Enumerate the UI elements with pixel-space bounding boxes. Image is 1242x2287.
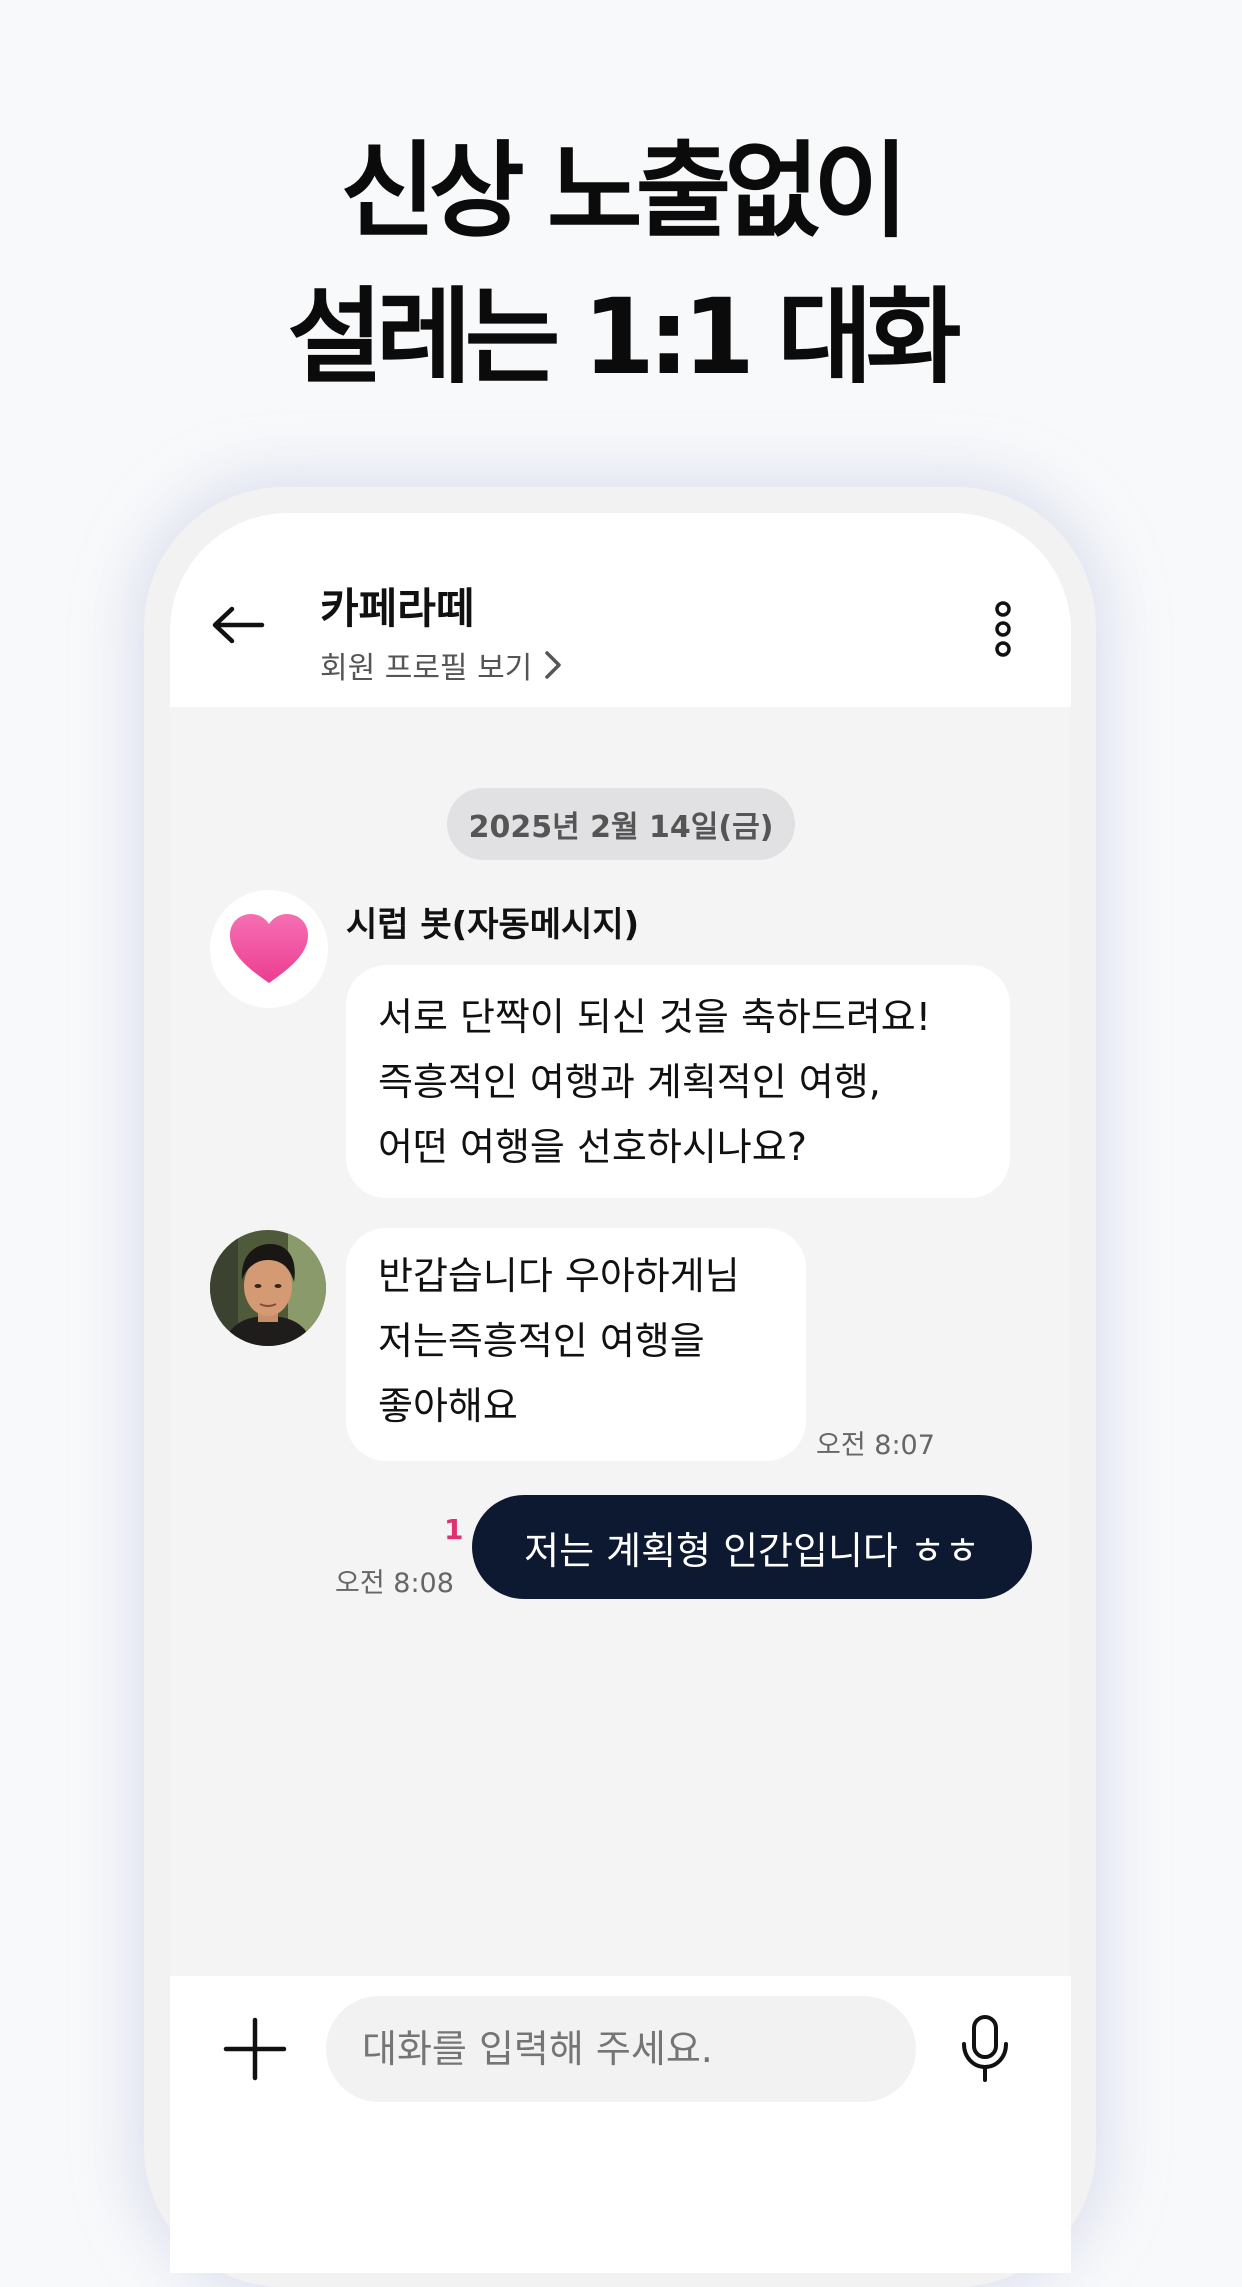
chat-header: 카페라떼 회원 프로필 보기 [170,513,1071,707]
message-line: 반갑습니다 우아하게님 [378,1254,740,1298]
message-line: 어떤 여행을 선호하시나요? [378,1125,807,1169]
more-vertical-icon[interactable] [990,601,1016,657]
chat-screen: 카페라떼 회원 프로필 보기 2025년 2월 14일(금) 시럽 봇(자동메시… [170,513,1071,2273]
microphone-icon[interactable] [958,2014,1012,2084]
headline-line-2: 설레는 1:1 대화 [287,276,961,398]
bot-avatar [210,890,328,1008]
avatar[interactable] [210,1230,326,1346]
message-input[interactable] [326,1996,916,2102]
message-line: 즉흥적인 여행과 계획적인 여행, [378,1060,881,1104]
outgoing-message-bubble: 저는 계획형 인간입니다 ㅎㅎ [472,1495,1032,1599]
date-divider: 2025년 2월 14일(금) [447,788,795,860]
message-text: 반갑습니다 우아하게님 저는즉흥적인 여행을 좋아해요 [378,1244,740,1439]
message-line: 서로 단짝이 되신 것을 축하드려요! [378,995,931,1039]
chat-partner-name: 카페라떼 [320,584,475,633]
incoming-message-bubble: 반갑습니다 우아하게님 저는즉흥적인 여행을 좋아해요 [346,1228,806,1461]
chevron-right-icon [545,651,562,679]
message-timestamp: 오전 8:07 [816,1430,935,1461]
message-line: 좋아해요 [378,1384,518,1428]
view-profile-link[interactable]: 회원 프로필 보기 [320,643,562,687]
message-text: 서로 단짝이 되신 것을 축하드려요! 즉흥적인 여행과 계획적인 여행, 어떤… [378,985,931,1180]
unread-count-badge: 1 [444,1513,464,1546]
view-profile-label: 회원 프로필 보기 [320,651,533,686]
bot-sender-name: 시럽 봇(자동메시지) [346,905,640,945]
message-composer [170,1976,1071,2273]
plus-icon[interactable] [222,2016,288,2082]
headline: 신상 노출없이 설레는 1:1 대화 [0,118,1242,410]
arrow-left-icon[interactable] [210,605,266,645]
incoming-message-bubble: 서로 단짝이 되신 것을 축하드려요! 즉흥적인 여행과 계획적인 여행, 어떤… [346,965,1010,1198]
heart-icon [230,914,308,983]
message-timestamp: 오전 8:08 [335,1568,454,1599]
message-line: 저는즉흥적인 여행을 [378,1319,705,1363]
headline-line-1: 신상 노출없이 [340,130,908,252]
user-photo-icon [210,1230,326,1346]
